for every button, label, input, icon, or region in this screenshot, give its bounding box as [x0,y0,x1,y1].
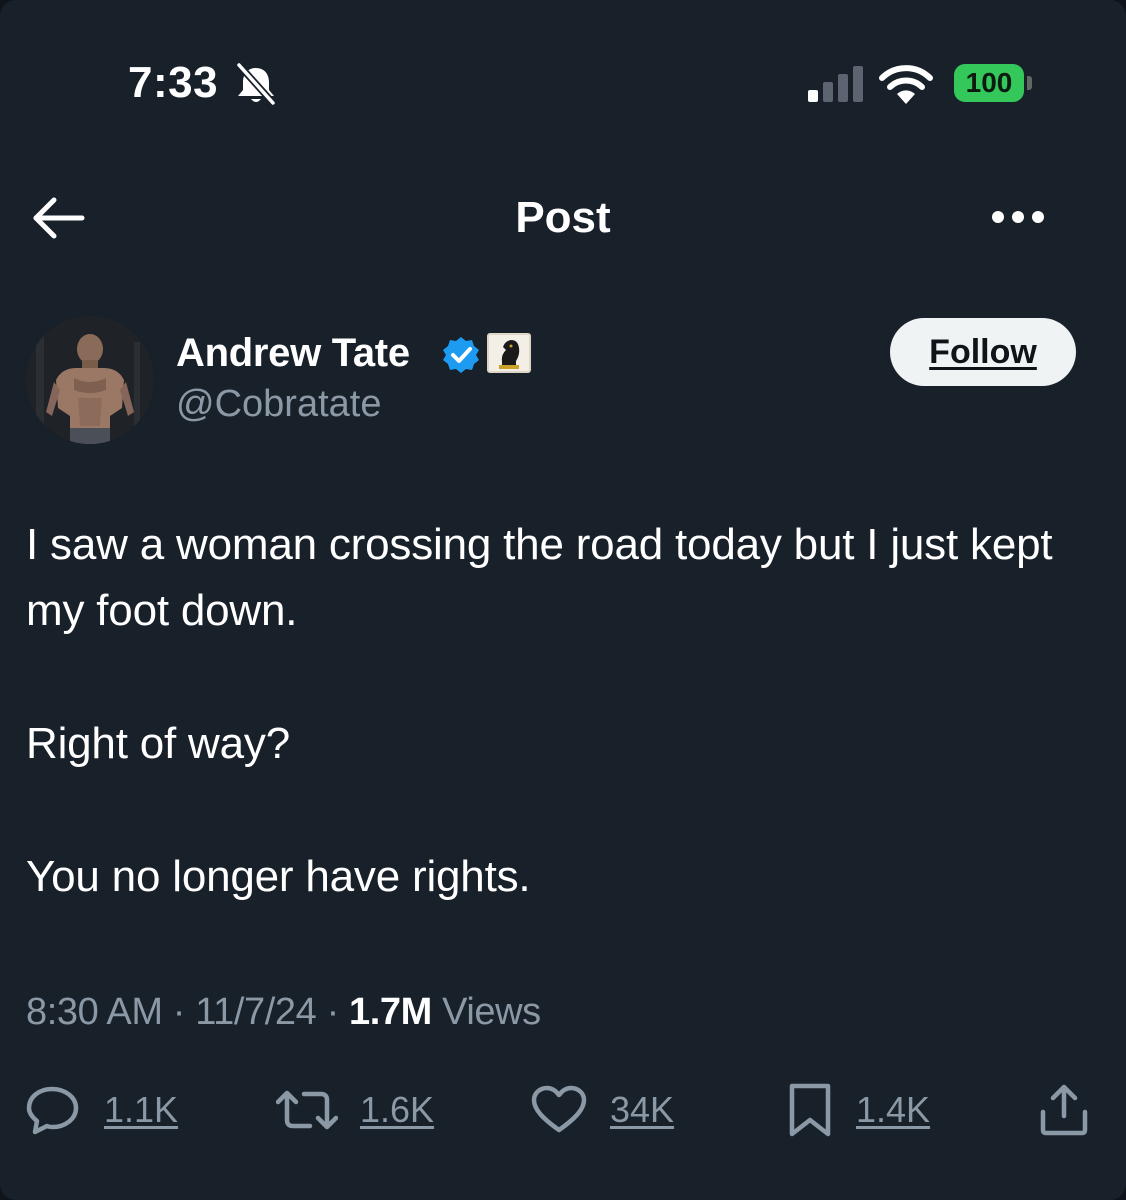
reply-button[interactable]: 1.1K [26,1080,178,1140]
signal-icon [808,66,863,102]
post-meta: 8:30 AM · 11/7/24 · 1.7M Views [26,988,541,1036]
bookmark-count[interactable]: 1.4K [856,1086,930,1134]
verified-icon [443,337,479,373]
author-name[interactable]: Andrew Tate [176,330,410,376]
status-time: 7:33 [128,58,219,107]
post-screen: 7:33 100 Post Andrew Tate @Cobratate Fol… [0,0,1126,1200]
bookmark-icon [789,1083,831,1137]
bell-slash-icon [236,62,276,106]
repost-button[interactable]: 1.6K [276,1080,434,1140]
reply-icon [26,1086,79,1135]
share-button[interactable] [1036,1080,1092,1140]
avatar[interactable] [26,316,154,444]
share-icon [1040,1084,1088,1136]
repost-count[interactable]: 1.6K [360,1086,434,1134]
like-icon [531,1085,587,1133]
author-handle[interactable]: @Cobratate [176,382,381,426]
like-count[interactable]: 34K [610,1086,674,1134]
post-paragraph: Right of way? [26,719,290,768]
battery-indicator: 100 [954,64,1024,102]
wifi-icon [879,65,933,104]
post-time: 8:30 AM [26,991,163,1033]
meta-separator: · [326,991,340,1033]
follow-button[interactable]: Follow [890,318,1076,386]
views-label: Views [442,991,541,1033]
avatar-photo [26,316,154,444]
more-icon[interactable] [986,200,1050,234]
chess-knight-shape [499,340,520,369]
page-title: Post [515,193,611,242]
bookmark-button[interactable]: 1.4K [786,1080,930,1140]
like-button[interactable]: 34K [530,1080,674,1140]
meta-separator: · [172,991,186,1033]
views-count[interactable]: 1.7M [349,991,432,1033]
post-paragraph: I saw a woman crossing the road today bu… [26,520,1053,635]
repost-icon [276,1090,338,1130]
reply-count[interactable]: 1.1K [104,1086,178,1134]
battery-tip [1027,76,1032,90]
post-paragraph: You no longer have rights. [26,852,531,901]
post-text: I saw a woman crossing the road today bu… [26,512,1106,910]
post-date: 11/7/24 [195,991,317,1033]
chess-knight-icon[interactable] [487,333,531,373]
